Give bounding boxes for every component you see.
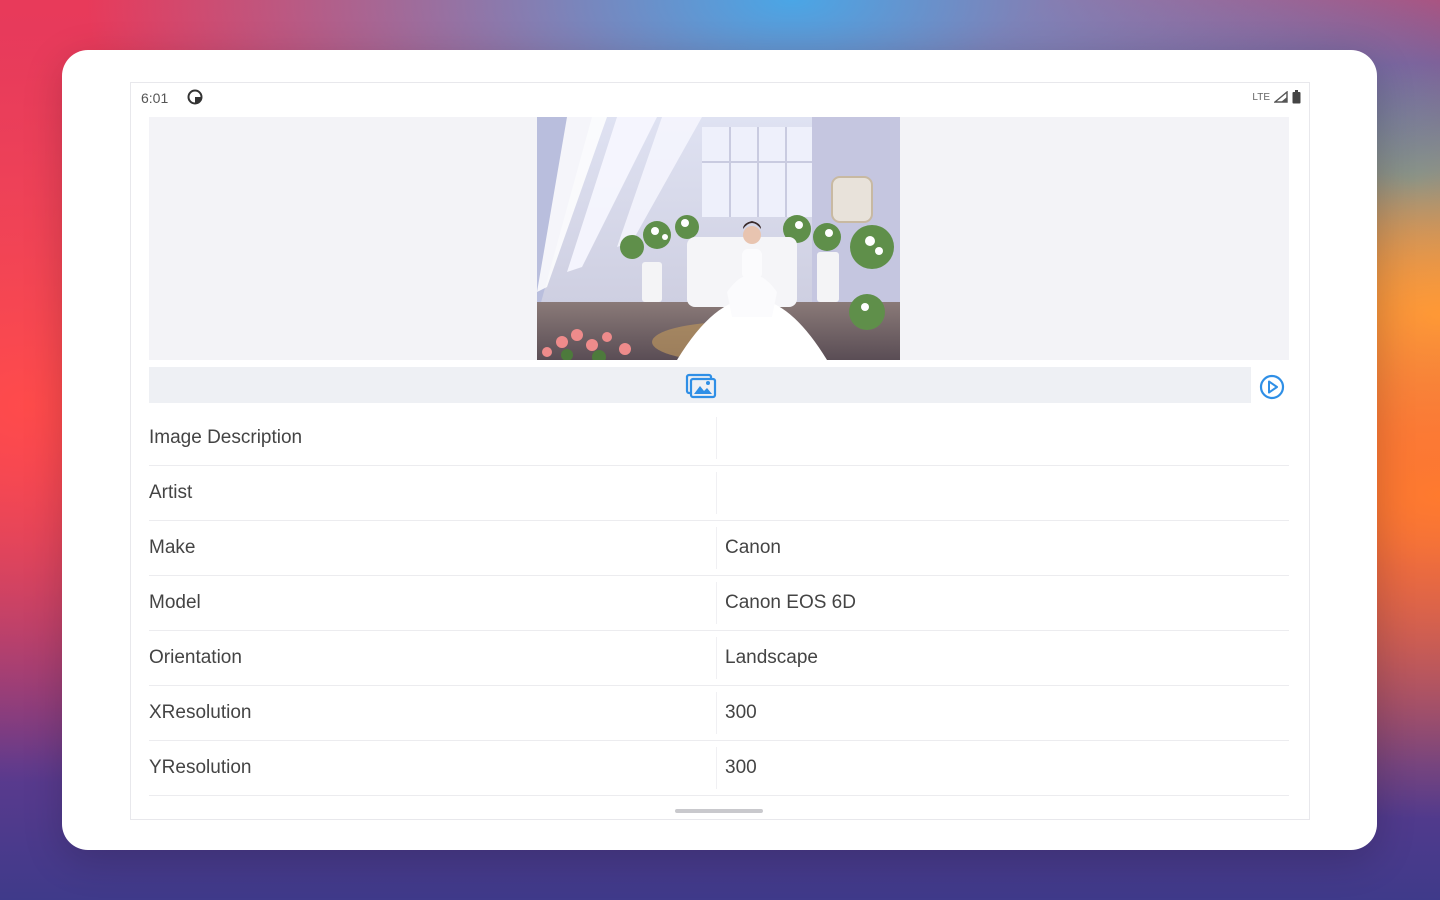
exif-key: Artist	[149, 482, 193, 503]
exif-row-orientation: Orientation Landscape	[149, 631, 1289, 686]
column-divider	[716, 582, 717, 624]
column-divider	[716, 527, 717, 569]
image-toolbar	[149, 367, 1251, 403]
wedding-photo[interactable]	[537, 117, 900, 360]
exif-row-yresolution: YResolution 300	[149, 741, 1289, 796]
app-window: 6:01 LTE Image Description Artist Make C…	[62, 50, 1377, 850]
tablet-screen: 6:01 LTE Image Description Artist Make C…	[130, 82, 1310, 820]
exif-key: YResolution	[149, 757, 252, 778]
column-divider	[716, 747, 717, 789]
exif-value: Canon EOS 6D	[725, 592, 856, 613]
exif-row-image-description: Image Description	[149, 411, 1289, 466]
column-divider	[716, 417, 717, 459]
signal-icon	[1274, 91, 1288, 103]
column-divider	[716, 692, 717, 734]
exif-row-xresolution: XResolution 300	[149, 686, 1289, 741]
exif-row-model: Model Canon EOS 6D	[149, 576, 1289, 631]
exif-key: Make	[149, 537, 196, 558]
exif-key: Image Description	[149, 427, 303, 448]
slideshow-button[interactable]	[1257, 373, 1287, 401]
exif-row-make: Make Canon	[149, 521, 1289, 576]
exif-key: Model	[149, 592, 201, 613]
status-indicators: LTE	[1252, 90, 1301, 104]
home-indicator[interactable]	[675, 809, 763, 813]
image-preview-area	[149, 117, 1289, 360]
exif-row-artist: Artist	[149, 466, 1289, 521]
exif-table: Image Description Artist Make Canon Mode…	[149, 411, 1289, 796]
column-divider	[716, 637, 717, 679]
exif-value: Canon	[725, 537, 781, 558]
exif-value: 300	[725, 757, 757, 778]
exif-key: Orientation	[149, 647, 242, 668]
gallery-button[interactable]	[683, 371, 717, 399]
exif-value: Landscape	[725, 647, 818, 668]
image-gallery-icon	[685, 373, 717, 399]
g-circle-icon	[187, 89, 203, 105]
status-time: 6:01	[141, 90, 169, 106]
play-circle-icon	[1259, 374, 1285, 400]
exif-key: XResolution	[149, 702, 252, 723]
network-label: LTE	[1252, 91, 1270, 103]
status-bar: 6:01 LTE	[131, 83, 1309, 115]
column-divider	[716, 472, 717, 514]
battery-icon	[1292, 90, 1301, 104]
exif-value: 300	[725, 702, 757, 723]
